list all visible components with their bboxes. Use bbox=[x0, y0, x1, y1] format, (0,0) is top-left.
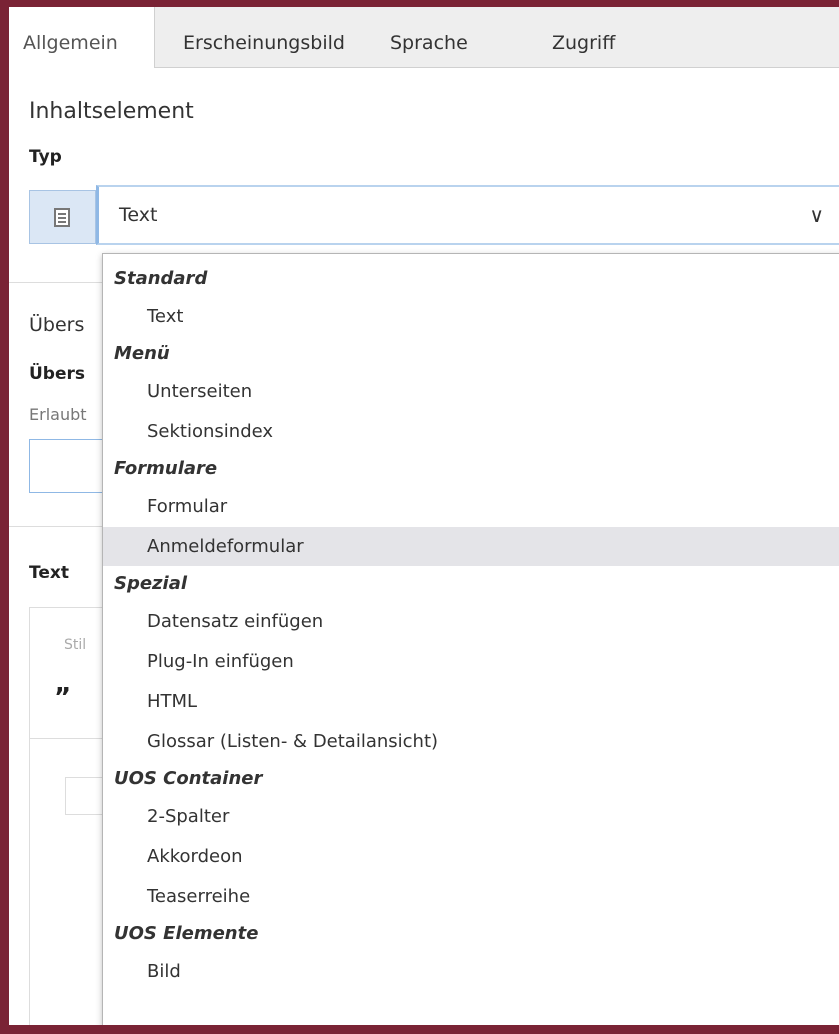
dropdown-group-label: UOS Elemente bbox=[114, 923, 259, 944]
dropdown-option[interactable]: 2-Spalter bbox=[103, 797, 839, 836]
section-title-inhaltselement: Inhaltselement bbox=[29, 99, 194, 124]
dropdown-option[interactable]: HTML bbox=[103, 682, 839, 721]
type-label: Typ bbox=[29, 147, 62, 167]
dropdown-group-label: Formulare bbox=[114, 458, 218, 479]
dropdown-option[interactable]: Text bbox=[103, 297, 839, 336]
tab-erscheinungsbild[interactable]: Erscheinungsbild bbox=[183, 7, 345, 67]
dropdown-group-label: Standard bbox=[114, 268, 208, 289]
type-icon-addon bbox=[29, 190, 96, 244]
dropdown-option[interactable]: Bild bbox=[103, 952, 839, 991]
editor-frame: Allgemein Erscheinungsbild Sprache Zugri… bbox=[0, 0, 839, 1034]
type-dropdown-list: Standard Text Menü Unterseiten Sektionsindex… bbox=[102, 253, 839, 1025]
type-select[interactable]: Text ∨ bbox=[96, 185, 839, 245]
tab-sprache[interactable]: Sprache bbox=[390, 7, 468, 67]
type-select-value: Text bbox=[119, 204, 158, 226]
header-section-title: Übers bbox=[29, 314, 85, 336]
dropdown-option[interactable]: Sektionsindex bbox=[103, 412, 839, 451]
header-field-label: Übers bbox=[29, 364, 86, 384]
dropdown-option[interactable]: Unterseiten bbox=[103, 372, 839, 411]
dropdown-option[interactable]: Plug-In einfügen bbox=[103, 642, 839, 681]
editor-style-dropdown[interactable]: Stil bbox=[64, 637, 86, 653]
text-field-label: Text bbox=[29, 563, 69, 583]
dropdown-option[interactable]: Datensatz einfügen bbox=[103, 602, 839, 641]
tab-zugriff[interactable]: Zugriff bbox=[552, 7, 615, 67]
dropdown-group-label: UOS Container bbox=[114, 768, 263, 789]
dropdown-option[interactable]: Glossar (Listen- & Detailansicht) bbox=[103, 722, 839, 761]
tab-allgemein[interactable]: Allgemein bbox=[9, 7, 155, 68]
dropdown-option[interactable]: Teaserreihe bbox=[103, 877, 839, 916]
dropdown-group-label: Menü bbox=[114, 343, 170, 364]
tab-bar: Allgemein Erscheinungsbild Sprache Zugri… bbox=[9, 7, 839, 68]
dropdown-option[interactable]: Anmeldeformular bbox=[103, 527, 839, 566]
blockquote-icon[interactable]: ” bbox=[54, 683, 71, 713]
dropdown-option[interactable]: Akkordeon bbox=[103, 837, 839, 876]
dropdown-option[interactable]: Formular bbox=[103, 487, 839, 526]
document-text-icon bbox=[54, 208, 70, 227]
allowed-hint: Erlaubt bbox=[29, 405, 87, 424]
dropdown-group-label: Spezial bbox=[114, 573, 188, 594]
chevron-down-icon[interactable]: ∨ bbox=[809, 203, 824, 227]
